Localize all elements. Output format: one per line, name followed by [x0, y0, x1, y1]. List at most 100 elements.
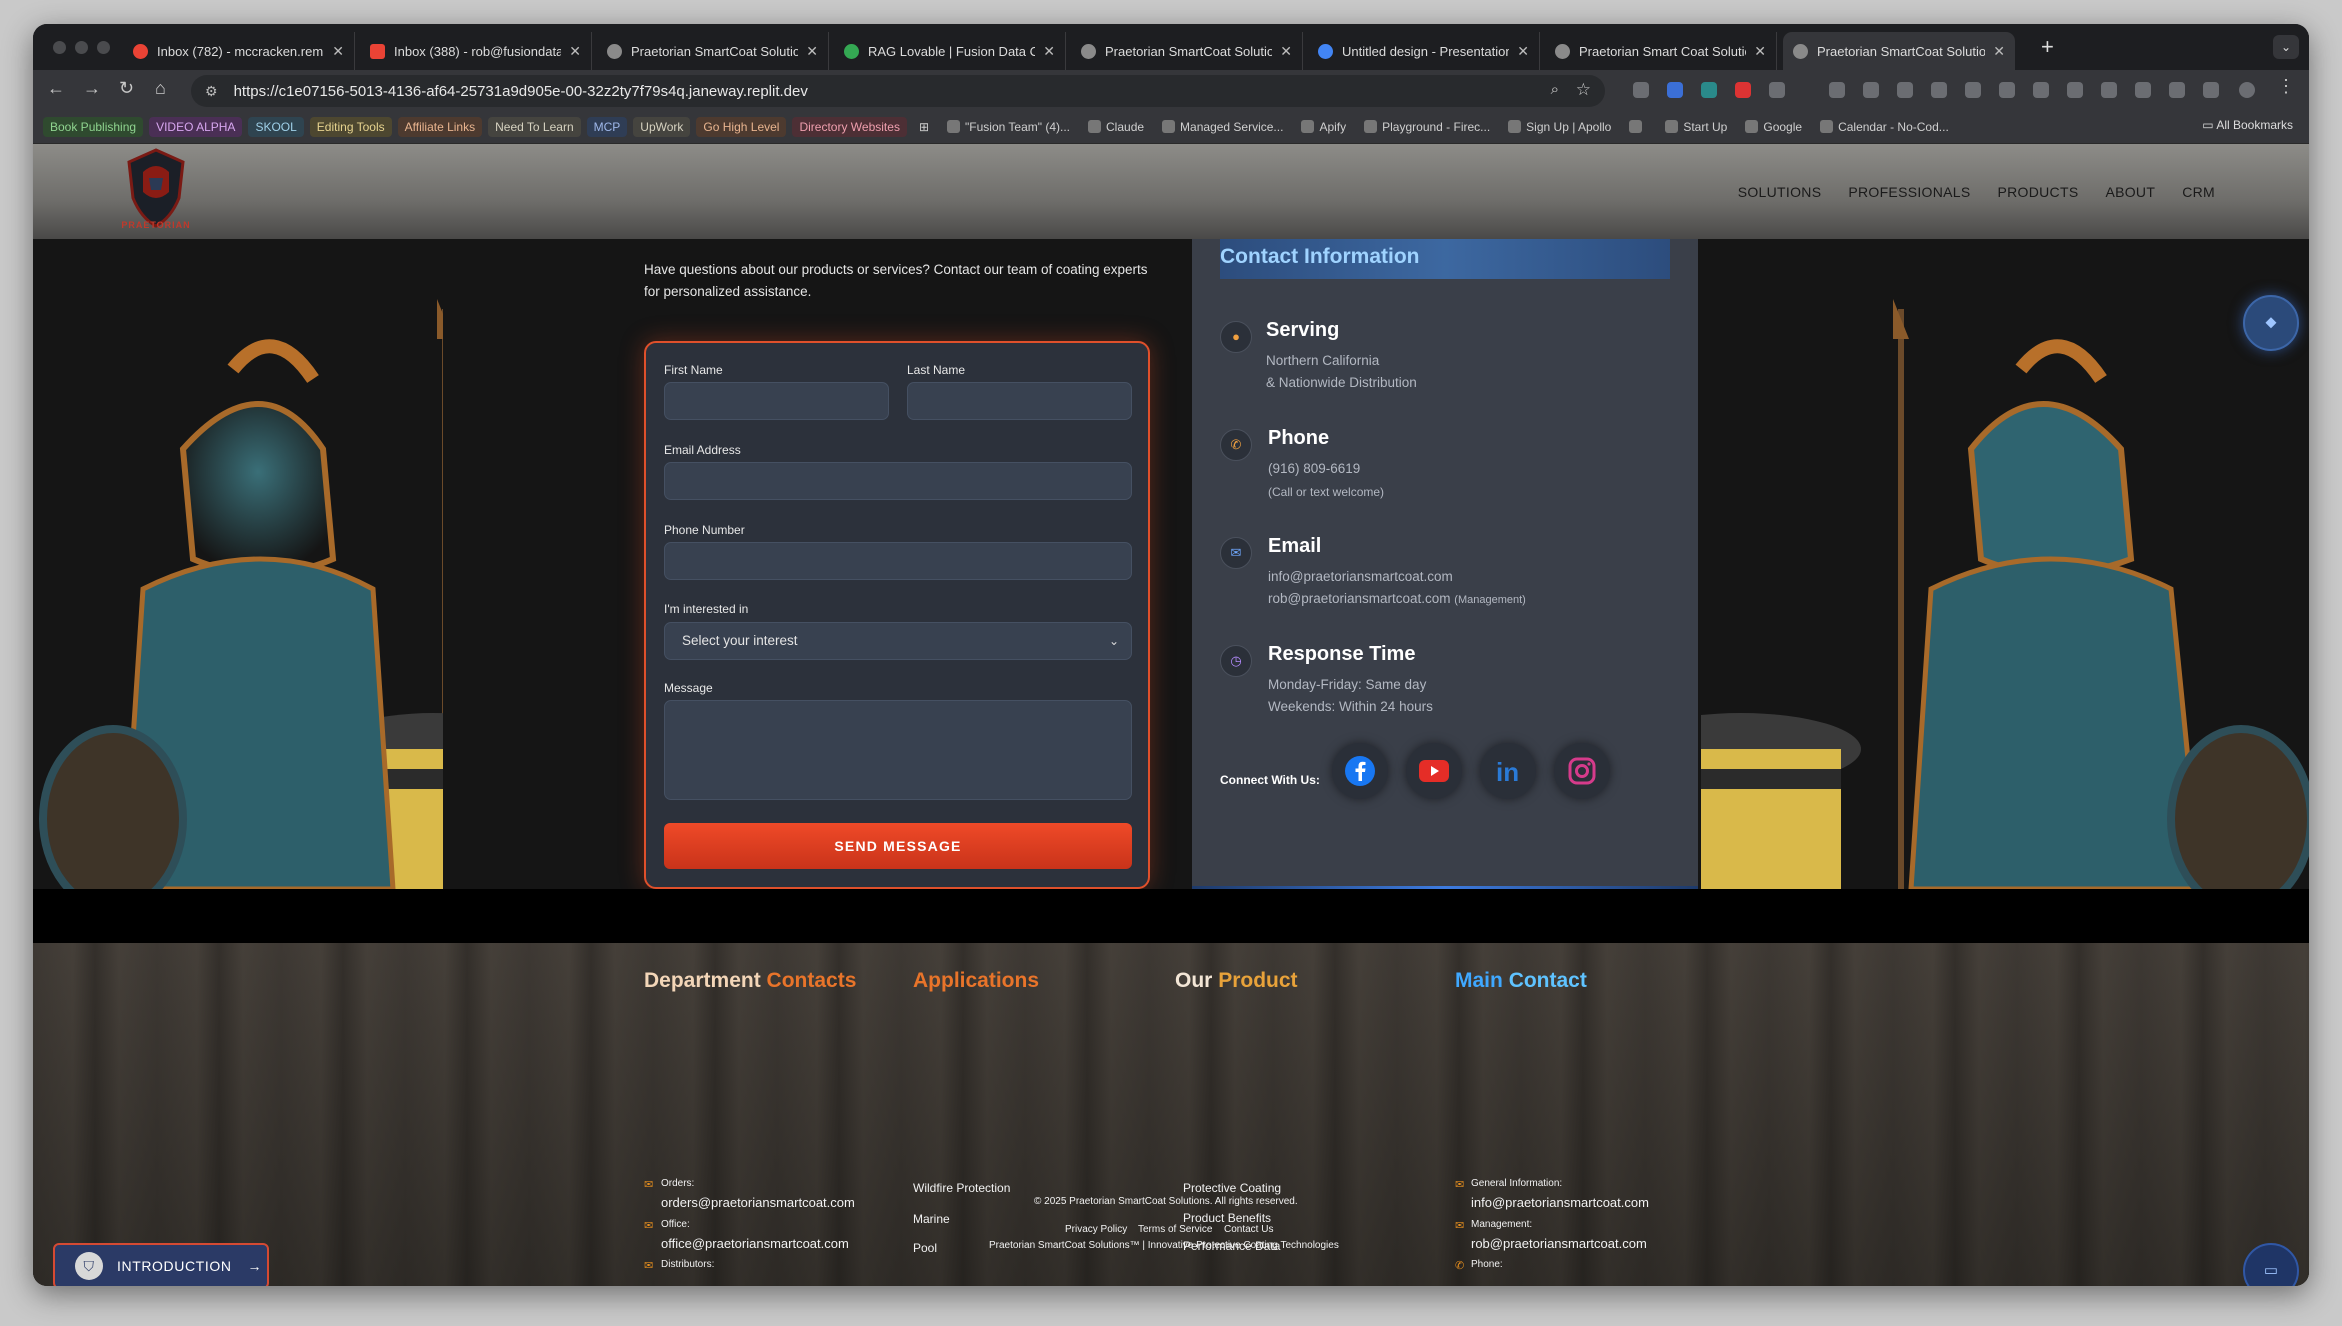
bookmark-item[interactable]: Calendar - No-Cod... — [1814, 120, 1955, 134]
new-tab-button[interactable]: + — [2041, 34, 2054, 60]
bookmark-group[interactable]: Book Publishing — [43, 116, 144, 137]
close-icon[interactable]: ✕ — [1280, 43, 1292, 60]
bookmark-group[interactable]: SKOOL — [248, 116, 304, 137]
extension-icon[interactable] — [2101, 82, 2117, 98]
close-icon[interactable]: ✕ — [1043, 43, 1055, 60]
nav-products[interactable]: PRODUCTS — [1998, 184, 2079, 200]
extension-icon[interactable] — [2067, 82, 2083, 98]
bookmark-group[interactable]: UpWork — [633, 116, 691, 137]
close-icon[interactable]: ✕ — [1754, 43, 1766, 60]
tab-inbox-782[interactable]: Inbox (782) - mccracken.rem ✕ — [123, 32, 355, 70]
tab-search-button[interactable]: ⌄ — [2273, 35, 2299, 59]
bookmark-item[interactable]: Apify — [1295, 120, 1352, 134]
general-info-email[interactable]: info@praetoriansmartcoat.com — [1471, 1195, 1649, 1210]
tab-inbox-388[interactable]: Inbox (388) - rob@fusiondata ✕ — [360, 32, 592, 70]
bookmark-item[interactable]: Google — [1739, 120, 1808, 134]
email-management[interactable]: rob@praetoriansmartcoat.com (Management) — [1268, 591, 1526, 606]
tab-untitled-design[interactable]: Untitled design - Presentation ✕ — [1308, 32, 1540, 70]
bookmark-group[interactable]: MCP — [586, 116, 628, 137]
phone-number[interactable]: (916) 809-6619 — [1268, 461, 1360, 476]
close-icon[interactable]: ✕ — [332, 43, 344, 60]
introduction-button[interactable]: ⛉ INTRODUCTION → — [53, 1243, 269, 1286]
extension-icon[interactable] — [2135, 82, 2151, 98]
bookmark-item[interactable] — [1623, 120, 1653, 133]
reload-icon[interactable]: ↻ — [119, 78, 134, 99]
address-bar[interactable]: ⚙ https://c1e07156-5013-4136-af64-25731a… — [191, 75, 1605, 107]
compass-button[interactable]: ⬥ — [2243, 295, 2299, 351]
bookmark-item[interactable]: "Fusion Team" (4)... — [941, 120, 1076, 134]
send-message-button[interactable]: SEND MESSAGE — [664, 823, 1132, 869]
email-info[interactable]: info@praetoriansmartcoat.com — [1268, 569, 1453, 584]
extension-icon[interactable] — [1829, 82, 1845, 98]
zoom-icon[interactable]: ⌕ — [1551, 81, 1559, 98]
bookmark-group[interactable]: Need To Learn — [488, 116, 581, 137]
office-email[interactable]: office@praetoriansmartcoat.com — [661, 1236, 849, 1251]
bookmark-group[interactable]: Directory Websites — [792, 116, 907, 137]
close-icon[interactable]: ✕ — [1517, 43, 1529, 60]
extension-icon[interactable] — [2169, 82, 2185, 98]
bookmark-item[interactable]: Playground - Firec... — [1358, 120, 1496, 134]
extension-icon[interactable] — [1931, 82, 1947, 98]
apps-link-pool[interactable]: Pool — [913, 1241, 937, 1255]
tab-praetorian-1[interactable]: Praetorian SmartCoat Solution ✕ — [597, 32, 829, 70]
product-link-coating[interactable]: Protective Coating — [1183, 1181, 1281, 1195]
extension-icon[interactable] — [1965, 82, 1981, 98]
nav-about[interactable]: ABOUT — [2105, 184, 2155, 200]
management-email[interactable]: rob@praetoriansmartcoat.com — [1471, 1236, 1647, 1251]
close-icon[interactable]: ✕ — [569, 43, 581, 60]
extension-icon[interactable] — [1769, 82, 1785, 98]
bookmark-star-icon[interactable]: ☆ — [1576, 80, 1591, 100]
youtube-icon[interactable] — [1406, 743, 1462, 799]
site-settings-icon[interactable]: ⚙ — [205, 83, 218, 100]
email-input[interactable] — [664, 462, 1132, 500]
apps-link-marine[interactable]: Marine — [913, 1212, 950, 1226]
linkedin-icon[interactable]: in — [1480, 743, 1536, 799]
home-icon[interactable]: ⌂ — [155, 78, 166, 99]
bookmark-group[interactable]: VIDEO ALPHA — [149, 116, 243, 137]
extension-icon[interactable] — [1999, 82, 2015, 98]
all-bookmarks-button[interactable]: ▭ All Bookmarks — [2202, 118, 2293, 132]
more-menu-icon[interactable]: ⋮ — [2277, 76, 2295, 97]
url-text[interactable]: https://c1e07156-5013-4136-af64-25731a9d… — [234, 83, 808, 100]
extension-icon[interactable] — [1667, 82, 1683, 98]
tab-praetorian-3[interactable]: Praetorian Smart Coat Solutio ✕ — [1545, 32, 1777, 70]
bookmark-group[interactable]: Go High Level — [696, 116, 787, 137]
extension-icon[interactable] — [1863, 82, 1879, 98]
bookmark-group[interactable]: Affiliate Links — [397, 116, 483, 137]
tab-praetorian-active[interactable]: Praetorian SmartCoat Solutio ✕ — [1783, 32, 2015, 70]
bookmark-item[interactable]: Start Up — [1659, 120, 1733, 134]
facebook-icon[interactable] — [1332, 743, 1388, 799]
bookmark-group[interactable]: Editing Tools — [309, 116, 392, 137]
close-icon[interactable]: ✕ — [1993, 43, 2005, 60]
extension-icon[interactable] — [2203, 82, 2219, 98]
extension-icon[interactable] — [1897, 82, 1913, 98]
contact-us-link[interactable]: Contact Us — [1224, 1224, 1273, 1235]
product-link-benefits[interactable]: Product Benefits — [1183, 1211, 1271, 1225]
last-name-input[interactable] — [907, 382, 1132, 420]
window-controls[interactable] — [53, 41, 110, 54]
first-name-input[interactable] — [664, 382, 889, 420]
nav-solutions[interactable]: SOLUTIONS — [1738, 184, 1822, 200]
message-textarea[interactable] — [664, 700, 1132, 800]
bookmark-item[interactable]: Managed Service... — [1156, 120, 1289, 134]
phone-input[interactable] — [664, 542, 1132, 580]
extension-icon[interactable] — [1735, 82, 1751, 98]
apps-link-wildfire[interactable]: Wildfire Protection — [913, 1181, 1010, 1195]
apps-grid-icon[interactable]: ⊞ — [913, 120, 935, 134]
privacy-link[interactable]: Privacy Policy — [1065, 1224, 1127, 1235]
tab-praetorian-2[interactable]: Praetorian SmartCoat Solution ✕ — [1071, 32, 1303, 70]
interest-select[interactable]: Select your interest ⌄ — [664, 622, 1132, 660]
terms-link[interactable]: Terms of Service — [1138, 1224, 1212, 1235]
instagram-icon[interactable] — [1554, 743, 1610, 799]
close-icon[interactable]: ✕ — [806, 43, 818, 60]
extension-icon[interactable] — [1701, 82, 1717, 98]
tab-rag-lovable[interactable]: RAG Lovable | Fusion Data Co ✕ — [834, 32, 1066, 70]
bookmark-item[interactable]: Sign Up | Apollo — [1502, 120, 1617, 134]
nav-crm[interactable]: CRM — [2182, 184, 2215, 200]
profile-avatar[interactable] — [2239, 82, 2255, 98]
extension-icon[interactable] — [1633, 82, 1649, 98]
forward-icon[interactable]: → — [83, 78, 101, 99]
bookmark-item[interactable]: Claude — [1082, 120, 1150, 134]
extension-icon[interactable] — [2033, 82, 2049, 98]
nav-professionals[interactable]: PROFESSIONALS — [1848, 184, 1970, 200]
